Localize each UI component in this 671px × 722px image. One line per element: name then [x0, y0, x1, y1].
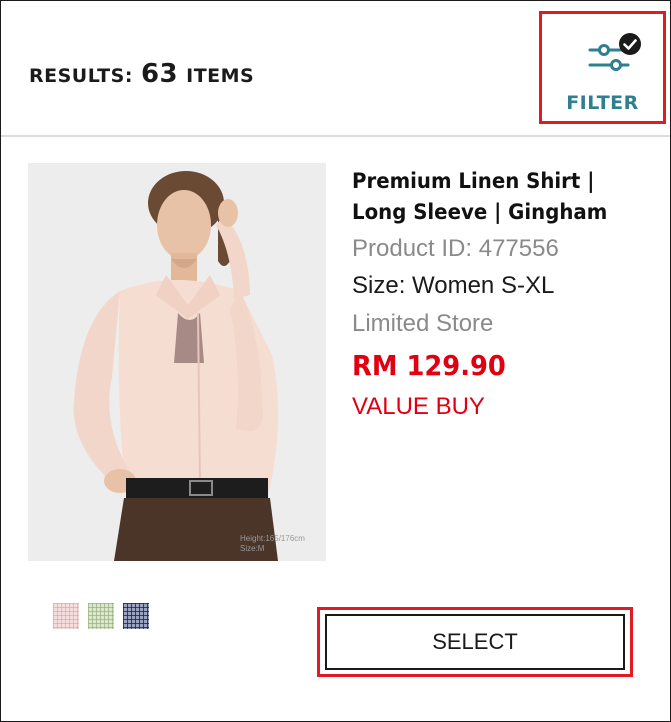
results-unit: ITEMS	[186, 65, 255, 87]
results-number: 63	[140, 59, 179, 89]
product-id: Product ID: 477556	[352, 235, 559, 262]
filter-label: FILTER	[566, 92, 639, 114]
model-photo: Height:165/176cm Size:M	[28, 163, 326, 561]
swatch-navy-gingham[interactable]	[123, 603, 149, 629]
value-buy-badge: VALUE BUY	[352, 393, 485, 420]
availability-label: Limited Store	[352, 310, 494, 337]
product-price: RM 129.90	[352, 349, 506, 382]
product-title[interactable]: Premium Linen Shirt | Long Sleeve | Ging…	[352, 166, 634, 228]
results-label: RESULTS:	[29, 65, 133, 87]
product-image[interactable]: Height:165/176cm Size:M	[28, 163, 326, 561]
sliders-icon	[588, 33, 641, 71]
check-badge-icon	[619, 33, 641, 55]
product-size: Size: Women S-XL	[352, 272, 555, 299]
swatch-green-gingham[interactable]	[88, 603, 114, 629]
results-count: RESULTS: 63 ITEMS	[29, 59, 254, 89]
select-button[interactable]: SELECT	[325, 614, 625, 670]
filter-button[interactable]: FILTER	[539, 11, 666, 124]
results-header: RESULTS: 63 ITEMS FILTER	[1, 1, 670, 137]
color-swatches	[53, 603, 149, 629]
swatch-pink-gingham[interactable]	[53, 603, 79, 629]
